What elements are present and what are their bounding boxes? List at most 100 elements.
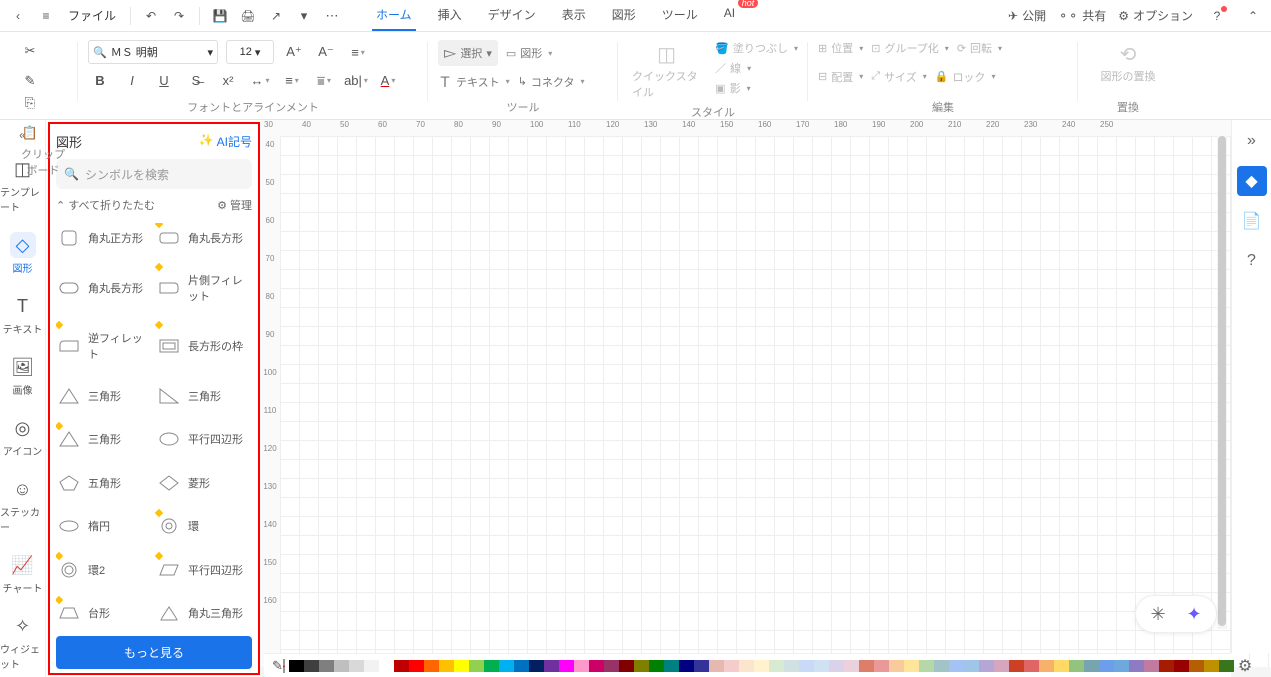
help-button[interactable]: ?: [1205, 4, 1229, 28]
color-swatch[interactable]: [349, 660, 364, 672]
tab-tool[interactable]: ツール: [658, 0, 702, 31]
shape-item[interactable]: 角丸正方形: [58, 223, 150, 252]
paste-button[interactable]: 📋: [18, 122, 42, 144]
color-swatch[interactable]: [814, 660, 829, 672]
help-panel-button[interactable]: ?: [1237, 246, 1267, 276]
color-swatch[interactable]: [829, 660, 844, 672]
shape-item[interactable]: 三角形: [58, 425, 150, 454]
superscript-button[interactable]: x²: [216, 70, 240, 92]
shape-item[interactable]: 三角形: [58, 381, 150, 410]
align-horiz-button[interactable]: ≡: [346, 41, 370, 63]
color-swatch[interactable]: [634, 660, 649, 672]
color-swatch[interactable]: [409, 660, 424, 672]
color-swatch[interactable]: [889, 660, 904, 672]
shape-item[interactable]: 環: [158, 512, 250, 541]
sparkle-button[interactable]: ✦: [1180, 600, 1208, 628]
color-swatch[interactable]: [964, 660, 979, 672]
export-button[interactable]: ↗: [264, 4, 288, 28]
tab-shape[interactable]: 図形: [608, 0, 640, 31]
tab-design[interactable]: デザイン: [484, 0, 540, 31]
color-swatch[interactable]: [394, 660, 409, 672]
color-swatch[interactable]: [679, 660, 694, 672]
underline-button[interactable]: U: [152, 70, 176, 92]
redo-button[interactable]: ↷: [167, 4, 191, 28]
color-swatch[interactable]: [289, 660, 304, 672]
rotate-button[interactable]: ⟳回転: [957, 40, 1002, 56]
color-swatch[interactable]: [1009, 660, 1024, 672]
shape-item[interactable]: 角丸三角形: [158, 599, 250, 628]
color-swatch[interactable]: [589, 660, 604, 672]
shape-tool[interactable]: ▭図形: [506, 45, 552, 61]
decrease-font-button[interactable]: A⁻: [314, 41, 338, 63]
options-button[interactable]: ⚙オプション: [1118, 7, 1193, 24]
sidebar-chart[interactable]: 📈チャート: [0, 546, 45, 601]
shape-item[interactable]: 逆フィレット: [58, 324, 150, 367]
color-swatch[interactable]: [1219, 660, 1234, 672]
color-swatch[interactable]: [979, 660, 994, 672]
numbered-list-button[interactable]: ⩸: [312, 70, 336, 92]
font-size-select[interactable]: 12 ▾: [226, 40, 274, 64]
increase-font-button[interactable]: A⁺: [282, 41, 306, 63]
color-swatch[interactable]: [874, 660, 889, 672]
shadow-button[interactable]: ▣影: [715, 80, 798, 96]
shape-item[interactable]: 三角形: [158, 381, 250, 410]
color-swatch[interactable]: [1174, 660, 1189, 672]
color-swatch[interactable]: [619, 660, 634, 672]
color-swatch[interactable]: [319, 660, 334, 672]
color-swatch[interactable]: [334, 660, 349, 672]
connector-tool[interactable]: ↳コネクタ: [518, 74, 585, 90]
shape-item[interactable]: 角丸長方形: [158, 223, 250, 252]
tab-home[interactable]: ホーム: [372, 0, 416, 31]
sidebar-sticker[interactable]: ☺ステッカー: [0, 470, 45, 540]
color-swatch[interactable]: [499, 660, 514, 672]
collapse-ribbon-button[interactable]: ⌃: [1241, 4, 1265, 28]
color-swatch[interactable]: [694, 660, 709, 672]
select-tool[interactable]: ▻選択 ▾: [438, 40, 498, 66]
bold-button[interactable]: B: [88, 70, 112, 92]
ai-assist-button[interactable]: ✳: [1144, 600, 1172, 628]
file-menu[interactable]: ファイル: [62, 7, 122, 24]
color-swatch[interactable]: [784, 660, 799, 672]
shape-item[interactable]: 環2: [58, 555, 150, 584]
undo-button[interactable]: ↶: [139, 4, 163, 28]
color-swatch[interactable]: [454, 660, 469, 672]
color-swatch[interactable]: [844, 660, 859, 672]
color-swatch[interactable]: [949, 660, 964, 672]
vertical-scrollbar[interactable]: [1217, 136, 1227, 629]
symbol-search-input[interactable]: 🔍 シンボルを検索: [56, 159, 252, 189]
color-swatch[interactable]: [919, 660, 934, 672]
sidebar-shapes[interactable]: ◇図形: [0, 226, 45, 281]
dropdown-icon[interactable]: ▾: [292, 4, 316, 28]
color-swatch[interactable]: [544, 660, 559, 672]
cut-button[interactable]: ✂: [18, 40, 42, 62]
hamburger-icon[interactable]: ≡: [34, 4, 58, 28]
no-fill-swatch[interactable]: [283, 659, 285, 673]
palette-settings-button[interactable]: ⚙: [1234, 656, 1256, 676]
shape-item[interactable]: 平行四辺形: [158, 555, 250, 584]
color-swatch[interactable]: [1024, 660, 1039, 672]
expand-right-button[interactable]: »: [1237, 126, 1267, 156]
color-swatch[interactable]: [739, 660, 754, 672]
color-swatch[interactable]: [484, 660, 499, 672]
format-panel-button[interactable]: ◆: [1237, 166, 1267, 196]
color-swatch[interactable]: [304, 660, 319, 672]
font-select[interactable]: 🔍ＭＳ 明朝▾: [88, 40, 218, 64]
text-transform-button[interactable]: ab|: [344, 70, 368, 92]
color-swatch[interactable]: [529, 660, 544, 672]
color-swatch[interactable]: [1069, 660, 1084, 672]
text-tool[interactable]: Ｔテキスト: [438, 72, 510, 92]
manage-button[interactable]: ⚙ 管理: [217, 197, 252, 213]
shape-item[interactable]: 五角形: [58, 468, 150, 497]
copy-button[interactable]: ⎘: [18, 92, 42, 114]
color-swatch[interactable]: [1114, 660, 1129, 672]
print-button[interactable]: 🖨: [236, 4, 260, 28]
shape-item[interactable]: 楕円: [58, 512, 150, 541]
color-swatch[interactable]: [1129, 660, 1144, 672]
color-swatch[interactable]: [664, 660, 679, 672]
canvas[interactable]: [280, 136, 1271, 667]
color-swatch[interactable]: [769, 660, 784, 672]
size-button[interactable]: ⤢サイズ: [871, 69, 927, 85]
color-swatch[interactable]: [1159, 660, 1174, 672]
ai-symbol-button[interactable]: ✨AI記号: [199, 133, 252, 150]
group-button[interactable]: ⊡グループ化: [871, 40, 949, 56]
